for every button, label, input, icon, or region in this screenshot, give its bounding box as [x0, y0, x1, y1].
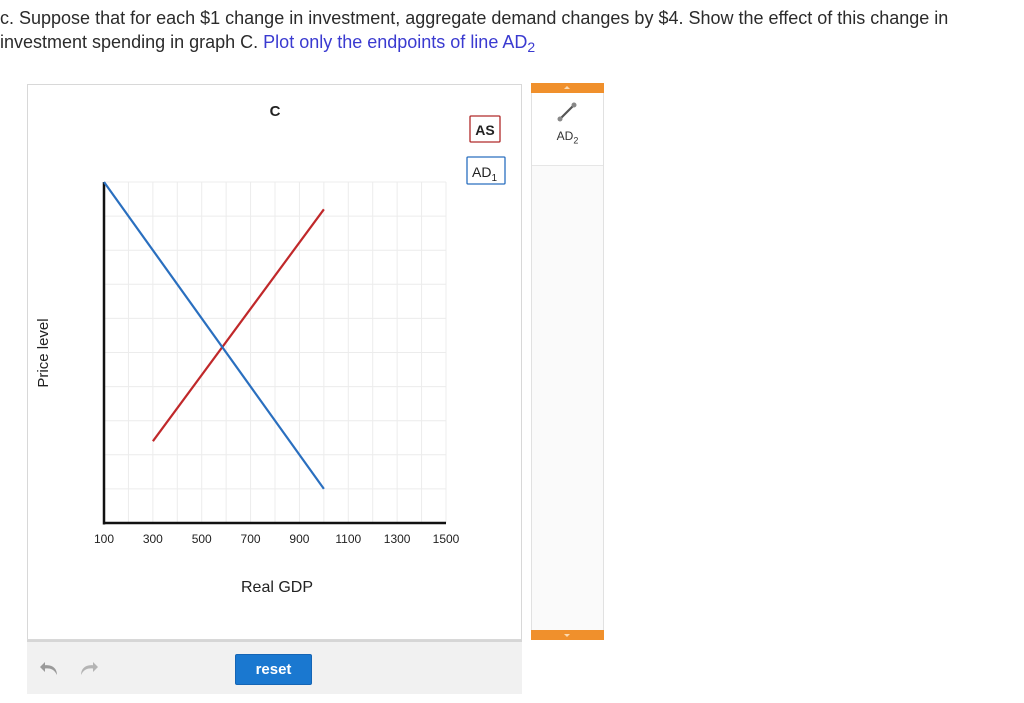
x-axis-label: Real GDP — [241, 579, 313, 596]
legend-ad1-sub: 1 — [491, 173, 497, 184]
line-tool-icon — [557, 102, 577, 122]
x-tick-labels: 100 300 500 700 900 1100 1300 1500 — [94, 532, 460, 546]
series-line-ad1[interactable] — [103, 181, 325, 490]
chevron-down-icon — [564, 634, 570, 637]
instruction: Plot only the endpoints of line AD2 — [263, 32, 536, 55]
chevron-up-icon — [564, 86, 570, 89]
legend-ad1-box[interactable]: AD1 — [466, 156, 506, 185]
x-tick-label: 1500 — [433, 532, 460, 546]
undo-icon[interactable] — [39, 658, 63, 680]
x-tick-label: 500 — [192, 532, 212, 546]
ad2-tool-sub: 2 — [573, 135, 579, 146]
series-line-as[interactable] — [152, 208, 325, 442]
ad2-tool-label: AD2 — [532, 129, 603, 145]
instruction-sub: 2 — [527, 39, 536, 55]
chart-series[interactable] — [103, 181, 325, 490]
chart-grid — [104, 181, 447, 523]
graph-panel[interactable]: 100 300 500 700 900 1100 1300 1500 C Real GDP P… — [27, 84, 522, 640]
ad2-tool-main: AD — [556, 129, 574, 143]
reset-button[interactable]: reset — [235, 654, 312, 685]
question-text: c. Suppose that for each $1 change in in… — [0, 6, 1024, 59]
legend-as-box[interactable]: AS — [469, 115, 501, 143]
legend-ad1-main: AD — [472, 164, 491, 180]
x-tick-label: 300 — [143, 532, 163, 546]
graph-c-chart[interactable]: 100 300 500 700 900 1100 1300 1500 C Real GDP P… — [28, 85, 523, 641]
x-tick-label: 1100 — [335, 532, 361, 546]
x-tick-label: 100 — [94, 532, 114, 546]
x-tick-label: 700 — [241, 532, 261, 546]
ad2-line-tool[interactable]: AD2 — [532, 93, 603, 166]
chart-title: C — [270, 103, 281, 120]
redo-icon[interactable] — [75, 658, 99, 680]
x-tick-label: 1300 — [384, 532, 411, 546]
tool-panel — [531, 84, 604, 640]
legend-as-label: AS — [475, 122, 494, 138]
instruction-prefix: Plot only the endpoints of line AD — [263, 32, 528, 52]
x-tick-label: 900 — [289, 532, 309, 546]
y-axis-label: Price level — [35, 318, 52, 387]
tool-scroll-up[interactable] — [531, 83, 604, 93]
tool-scroll-down[interactable] — [531, 630, 604, 640]
graph-toolbar: reset — [27, 640, 522, 694]
